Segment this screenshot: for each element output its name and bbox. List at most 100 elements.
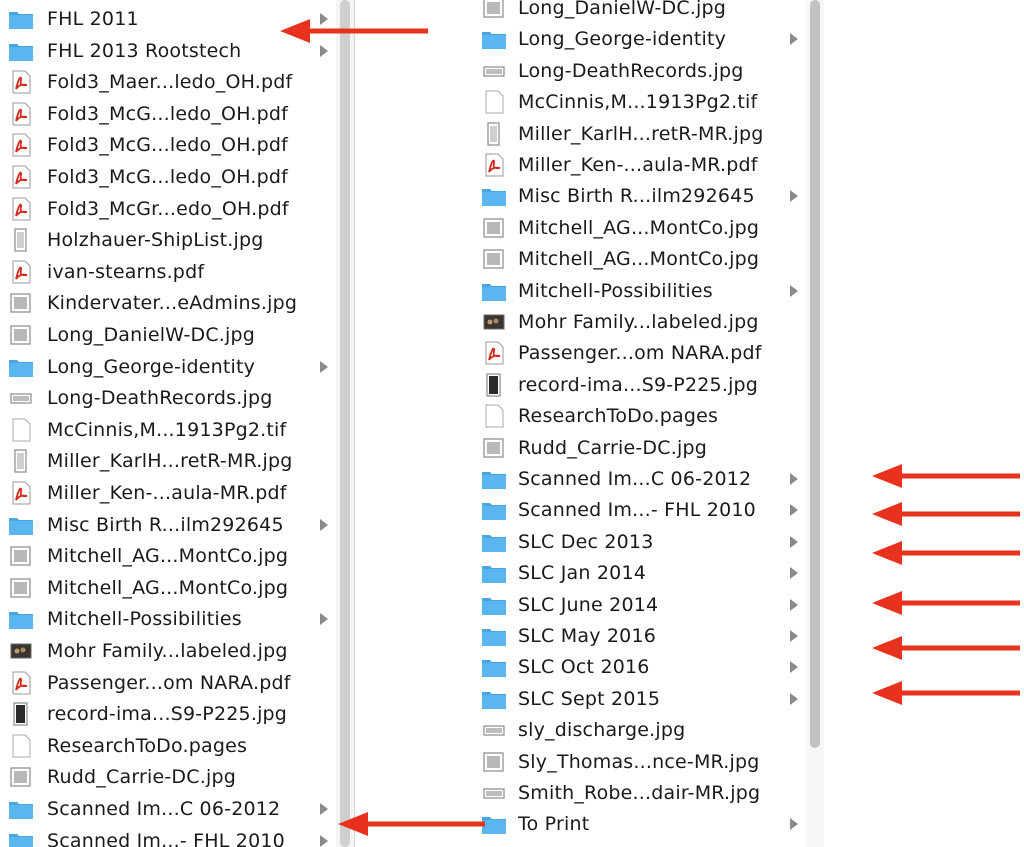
left-file-name: Kindervater...eAdmins.jpg: [47, 292, 298, 315]
folder-icon: [481, 812, 507, 836]
pdf-icon: [8, 165, 34, 189]
right-file-row[interactable]: Passenger...om NARA.pdf: [476, 338, 806, 368]
chevron-right-icon: [790, 190, 798, 203]
chevron-right-icon: [790, 692, 798, 705]
pdf-icon: [8, 671, 34, 695]
right-file-row[interactable]: Miller_Ken-...aula-MR.pdf: [476, 150, 806, 180]
scrollbar-thumb-left[interactable]: [340, 0, 350, 847]
right-file-row[interactable]: Mitchell_AG...MontCo.jpg: [476, 244, 806, 274]
left-file-name: ivan-stearns.pdf: [47, 260, 205, 283]
right-file-name: Mohr Family...labeled.jpg: [518, 311, 759, 333]
left-file-row[interactable]: ResearchToDo.pages: [0, 731, 336, 761]
scrollbar-thumb-right[interactable]: [810, 0, 820, 748]
annotation-arrow-scanned-fhl-2010: [338, 812, 485, 836]
left-file-row[interactable]: Holzhauer-ShipList.jpg: [0, 225, 336, 255]
folder-icon: [481, 687, 507, 711]
right-file-row[interactable]: Long-DeathRecords.jpg: [476, 56, 806, 86]
chevron-right-icon: [790, 630, 798, 642]
right-file-row[interactable]: Misc Birth R...ilm292645: [476, 181, 806, 211]
folder-icon: [8, 39, 34, 63]
image-icon: [8, 576, 34, 600]
right-file-row[interactable]: Scanned Im...C 06-2012: [476, 464, 806, 494]
right-file-row[interactable]: Smith_Robe...dair-MR.jpg: [476, 778, 806, 808]
left-file-row[interactable]: Scanned Im...- FHL 2010: [0, 826, 336, 847]
left-file-name: FHL 2011: [47, 8, 139, 30]
left-file-row[interactable]: Long-DeathRecords.jpg: [0, 383, 336, 413]
left-file-row[interactable]: Long_DanielW-DC.jpg: [0, 320, 336, 350]
right-file-row[interactable]: Rudd_Carrie-DC.jpg: [476, 433, 806, 463]
left-file-row[interactable]: Mitchell-Possibilities: [0, 604, 336, 634]
right-file-row[interactable]: Miller_KarlH...retR-MR.jpg: [476, 119, 806, 149]
left-file-row[interactable]: Scanned Im...C 06-2012: [0, 794, 336, 824]
left-file-row[interactable]: Mitchell_AG...MontCo.jpg: [0, 541, 336, 571]
left-file-row[interactable]: Rudd_Carrie-DC.jpg: [0, 762, 336, 792]
left-file-name: Scanned Im...- FHL 2010: [47, 829, 285, 847]
left-file-row[interactable]: Fold3_McG...ledo_OH.pdf: [0, 162, 336, 192]
left-file-row[interactable]: Mitchell_AG...MontCo.jpg: [0, 573, 336, 603]
left-file-row[interactable]: Fold3_McG...ledo_OH.pdf: [0, 130, 336, 160]
left-file-row[interactable]: Miller_KarlH...retR-MR.jpg: [0, 446, 336, 476]
right-file-row[interactable]: To Print: [476, 809, 806, 839]
folder-icon: [481, 530, 507, 554]
chevron-right-icon: [790, 818, 798, 831]
left-file-name: Long_DanielW-DC.jpg: [47, 324, 256, 346]
right-file-row[interactable]: SLC Jan 2014: [476, 558, 806, 588]
right-file-row[interactable]: Long_George-identity: [476, 24, 806, 54]
left-file-row[interactable]: Mohr Family...labeled.jpg: [0, 636, 336, 666]
chevron-right-icon: [320, 613, 328, 626]
folder-icon: [481, 184, 507, 208]
right-file-row[interactable]: Scanned Im...- FHL 2010: [476, 495, 806, 525]
pdf-icon: [8, 70, 34, 94]
left-file-row[interactable]: Fold3_McG...ledo_OH.pdf: [0, 99, 336, 129]
left-file-row[interactable]: Miller_Ken-...aula-MR.pdf: [0, 478, 336, 508]
right-file-row[interactable]: Mitchell_AG...MontCo.jpg: [476, 213, 806, 243]
right-file-row[interactable]: SLC May 2016: [476, 621, 806, 651]
right-file-row[interactable]: sly_discharge.jpg: [476, 715, 806, 745]
left-file-row[interactable]: ivan-stearns.pdf: [0, 257, 336, 287]
document-icon: [481, 90, 507, 114]
right-file-row[interactable]: Mohr Family...labeled.jpg: [476, 307, 806, 337]
chevron-right-icon: [320, 360, 328, 373]
scrollbar-left[interactable]: [336, 0, 354, 847]
tall-image-icon: [8, 228, 34, 252]
folder-icon: [481, 27, 507, 51]
left-file-row[interactable]: record-ima...S9-P225.jpg: [0, 699, 336, 729]
left-file-row[interactable]: Long_George-identity: [0, 352, 336, 382]
image-icon: [8, 765, 34, 789]
left-file-row[interactable]: McCinnis,M...1913Pg2.tif: [0, 415, 336, 445]
right-file-row[interactable]: record-ima...S9-P225.jpg: [476, 370, 806, 400]
right-file-row[interactable]: McCinnis,M...1913Pg2.tif: [476, 87, 806, 117]
left-file-row[interactable]: Fold3_Maer...ledo_OH.pdf: [0, 67, 336, 97]
pdf-icon: [8, 481, 34, 505]
left-file-name: Holzhauer-ShipList.jpg: [47, 229, 264, 252]
left-file-row[interactable]: FHL 2013 Rootstech: [0, 36, 336, 66]
right-file-name: Mitchell_AG...MontCo.jpg: [518, 248, 760, 271]
left-file-row[interactable]: Kindervater...eAdmins.jpg: [0, 288, 336, 318]
left-file-name: Long_George-identity: [47, 355, 256, 378]
pdf-icon: [8, 133, 34, 157]
left-file-name: Fold3_McG...ledo_OH.pdf: [47, 102, 288, 125]
folder-icon: [481, 467, 507, 491]
right-file-row[interactable]: SLC Oct 2016: [476, 652, 806, 682]
right-file-row[interactable]: Sly_Thomas...nce-MR.jpg: [476, 747, 806, 777]
document-icon: [8, 734, 34, 758]
folder-icon: [481, 624, 507, 648]
left-file-row[interactable]: Fold3_McGr...edo_OH.pdf: [0, 194, 336, 224]
left-file-row[interactable]: Passenger...om NARA.pdf: [0, 668, 336, 698]
scrollbar-right[interactable]: [806, 0, 824, 847]
folder-icon: [8, 829, 34, 847]
annotation-arrow-slc-sept-2015: [872, 681, 1020, 705]
right-file-row[interactable]: SLC June 2014: [476, 590, 806, 620]
image-icon: [481, 750, 507, 774]
right-file-row[interactable]: SLC Sept 2015: [476, 684, 806, 714]
left-file-row[interactable]: FHL 2011: [0, 4, 336, 34]
right-file-row[interactable]: ResearchToDo.pages: [476, 401, 806, 431]
right-file-name: Long_DanielW-DC.jpg: [518, 0, 727, 19]
wide-image-icon: [481, 718, 507, 742]
right-file-row[interactable]: SLC Dec 2013: [476, 527, 806, 557]
left-file-row[interactable]: Misc Birth R...ilm292645: [0, 510, 336, 540]
right-file-row[interactable]: Long_DanielW-DC.jpg: [476, 0, 806, 23]
right-file-row[interactable]: Mitchell-Possibilities: [476, 276, 806, 306]
image-icon: [8, 323, 34, 347]
pdf-icon: [8, 260, 34, 284]
